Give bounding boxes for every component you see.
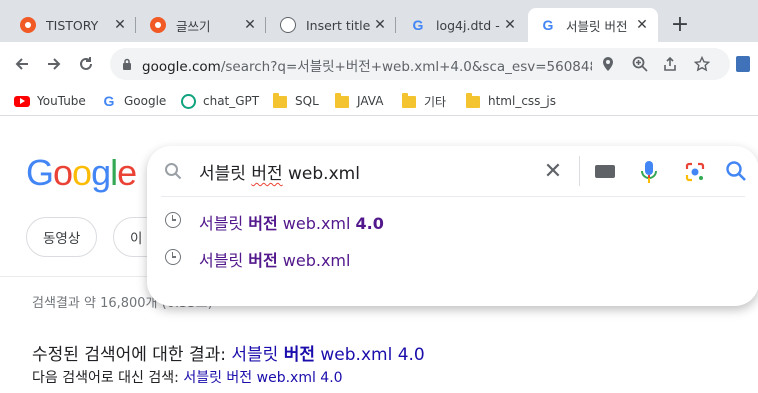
forward-button[interactable] [40, 50, 68, 78]
bookmark-label: JAVA [357, 94, 384, 108]
search-input[interactable]: 서블릿 버전 web.xml [199, 159, 360, 184]
lock-icon [123, 58, 131, 70]
youtube-icon [14, 95, 30, 107]
url-text[interactable]: google.com/search?q=서블릿+버전+web.xml+4.0&s… [142, 55, 592, 75]
tab-title: 글쓰기 [176, 18, 211, 34]
suggestion-item[interactable]: 서블릿 버전 web.xml [147, 240, 758, 276]
folder-icon [402, 93, 416, 108]
folder-icon [466, 93, 480, 108]
bookmark-chat-gpt[interactable]: chat_GPT [180, 91, 259, 111]
bookmark-google[interactable]: G Google [101, 91, 167, 111]
bookmark-etc[interactable]: 기타 [401, 91, 446, 111]
suggestion-item[interactable]: 서블릿 버전 web.xml 4.0 [147, 203, 758, 239]
tab-servlet-version[interactable]: G 서블릿 버전 ✕ [528, 8, 658, 42]
suggestion-text: 서블릿 버전 web.xml [199, 251, 351, 270]
bookmark-label: chat_GPT [203, 94, 260, 108]
microphone-icon[interactable] [640, 160, 658, 184]
bookmark-label: 기타 [424, 94, 447, 109]
google-logo[interactable]: Google [26, 152, 137, 194]
close-icon[interactable]: ✕ [112, 17, 128, 33]
reload-button[interactable] [72, 50, 100, 78]
google-icon: G [412, 17, 424, 33]
tistory-icon [20, 17, 36, 33]
google-icon: G [103, 93, 115, 109]
clear-icon[interactable]: ✕ [541, 159, 565, 184]
bookmark-java[interactable]: JAVA [334, 91, 383, 111]
bookmarks-bar: YouTube G Google chat_GPT SQL JAVA 기타 ht… [0, 86, 758, 116]
filter-chip-label: 동영상 [43, 231, 81, 247]
correction-prefix: 수정된 검색어에 대한 결과: [32, 345, 232, 365]
tistory-icon [150, 17, 166, 33]
tab-write[interactable]: 글쓰기 ✕ [138, 8, 266, 42]
close-icon[interactable]: ✕ [372, 17, 388, 33]
bookmark-sql[interactable]: SQL [272, 91, 319, 111]
zoom-icon[interactable] [630, 54, 650, 74]
keyboard-icon[interactable] [595, 165, 615, 178]
reload-icon [80, 57, 92, 70]
search-box: 서블릿 버전 web.xml ✕ 서블릿 버전 web.xml 4.0 서블릿 … [147, 146, 758, 306]
folder-icon [273, 93, 287, 108]
search-icon [165, 163, 182, 180]
close-icon[interactable]: ✕ [502, 17, 518, 33]
bookmark-youtube[interactable]: YouTube [14, 91, 86, 111]
bookmark-html-css-js[interactable]: html_css_js [465, 91, 556, 111]
tab-title: log4j.dtd - G [436, 17, 502, 33]
extension-icon[interactable] [736, 56, 750, 72]
camera-lens-icon[interactable] [684, 161, 706, 183]
bookmark-label: html_css_js [488, 94, 557, 108]
address-bar[interactable]: google.com/search?q=서블릿+버전+web.xml+4.0&s… [110, 48, 730, 80]
google-icon: G [542, 17, 554, 33]
suggestion-text: 서블릿 버전 web.xml 4.0 [199, 214, 384, 233]
chatgpt-icon [180, 93, 196, 109]
browser-toolbar: google.com/search?q=서블릿+버전+web.xml+4.0&s… [0, 42, 758, 86]
corrected-query-link[interactable]: 서블릿 버전 web.xml 4.0 [231, 345, 424, 365]
new-tab-button[interactable]: + [669, 10, 691, 38]
bookmark-label: YouTube [37, 94, 86, 108]
tab-insert-title[interactable]: Insert title h ✕ [268, 8, 396, 42]
filter-chip-videos[interactable]: 동영상 [26, 217, 98, 257]
star-icon[interactable] [692, 54, 712, 74]
location-icon[interactable] [598, 54, 618, 74]
tab-log4j[interactable]: G log4j.dtd - G ✕ [398, 8, 526, 42]
filter-chip-label: 이 [130, 231, 143, 247]
spelling-correction: 수정된 검색어에 대한 결과: 서블릿 버전 web.xml 4.0 [32, 340, 425, 365]
instead-prefix: 다음 검색어로 대신 검색: [32, 370, 184, 386]
search-instead: 다음 검색어로 대신 검색: 서블릿 버전 web.xml 4.0 [32, 367, 343, 387]
arrow-right-icon [48, 58, 61, 70]
bookmark-label: Google [124, 94, 167, 108]
tab-title: 서블릿 버전 [566, 18, 628, 34]
history-icon [165, 212, 181, 228]
folder-icon [335, 93, 349, 108]
back-button[interactable] [8, 50, 36, 78]
close-icon[interactable]: ✕ [242, 17, 258, 33]
history-icon [165, 249, 181, 265]
close-icon[interactable]: ✕ [634, 17, 650, 33]
tab-title: TISTORY [46, 17, 99, 33]
tab-strip: TISTORY ✕ 글쓰기 ✕ Insert title h ✕ G log4j… [0, 0, 758, 42]
tab-title: Insert title h [306, 17, 372, 33]
search-submit-icon[interactable] [725, 160, 747, 182]
arrow-left-icon [15, 58, 28, 70]
bookmark-label: SQL [295, 94, 319, 108]
search-instead-link[interactable]: 서블릿 버전 web.xml 4.0 [183, 370, 342, 386]
globe-icon [280, 17, 296, 33]
share-icon[interactable] [660, 54, 680, 74]
tab-tistory[interactable]: TISTORY ✕ [8, 8, 136, 42]
